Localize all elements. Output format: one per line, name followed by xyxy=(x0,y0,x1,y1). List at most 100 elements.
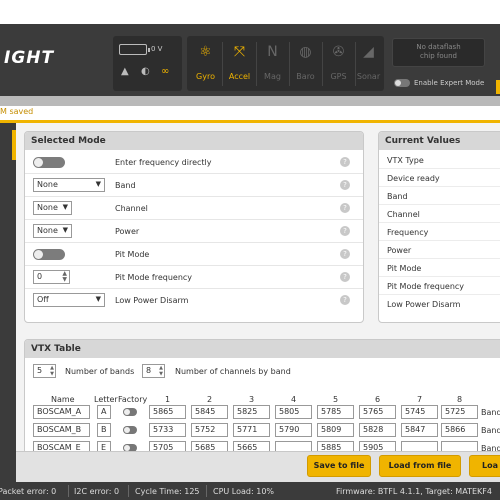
compass-icon: N xyxy=(267,44,278,60)
band-letter-input[interactable]: A xyxy=(97,405,111,419)
channel-select[interactable]: None ▼ xyxy=(33,201,72,215)
firmware-info: Firmware: BTFL 4.1.1, Target: MATEKF4 xyxy=(336,487,492,496)
band-select[interactable]: None ▼ xyxy=(33,178,105,192)
frequency-input[interactable]: 5805 xyxy=(275,405,312,419)
mode-row-pit-frequency: 0 ▲ ▼ Pit Mode frequency ? xyxy=(25,266,363,289)
panel-title: Current Values xyxy=(379,132,500,150)
cpu-load: CPU Load: 10% xyxy=(213,487,275,496)
battery-icon xyxy=(119,44,150,55)
expert-mode-toggle[interactable] xyxy=(394,79,410,87)
frequency-input[interactable]: 5752 xyxy=(191,423,228,437)
frequency-input[interactable]: 5785 xyxy=(317,405,354,419)
mode-row-label: Power xyxy=(115,227,140,236)
frequency-input[interactable]: 5790 xyxy=(275,423,312,437)
parachute-icon: ◐ xyxy=(141,66,150,77)
current-value-row: VTX Type xyxy=(379,151,500,169)
mode-row-low-power-disarm: Off ▼ Low Power Disarm ? xyxy=(25,289,363,312)
current-values-panel: Current Values VTX Type Device ready Ban… xyxy=(378,131,500,323)
column-header-ch4: 4 xyxy=(291,395,297,404)
frequency-input[interactable]: 5828 xyxy=(359,423,396,437)
panel-title: Selected Mode xyxy=(25,132,363,150)
band-name-input[interactable]: BOSCAM_A xyxy=(33,405,90,419)
load-from-file-button[interactable]: Load from file xyxy=(379,455,461,477)
help-icon[interactable]: ? xyxy=(340,295,350,305)
expert-mode-label: Enable Expert Mode xyxy=(414,79,485,87)
help-icon[interactable]: ? xyxy=(340,203,350,213)
mode-row-label: Pit Mode frequency xyxy=(115,273,193,282)
low-power-disarm-select[interactable]: Off ▼ xyxy=(33,293,105,307)
sensor-label: Baro xyxy=(296,72,315,81)
i2c-error: I2C error: 0 xyxy=(74,487,120,496)
help-icon[interactable]: ? xyxy=(340,226,350,236)
column-header-factory: Factory xyxy=(118,395,148,404)
mode-row-label: Band xyxy=(115,181,136,190)
frequency-input[interactable]: 5745 xyxy=(401,405,438,419)
vtx-table-panel: VTX Table 5 ▲ ▼ Number of bands 8 ▲ ▼ Number… xyxy=(24,339,500,459)
mode-row-band: None ▼ Band ? xyxy=(25,174,363,197)
help-icon[interactable]: ? xyxy=(340,272,350,282)
panel-title: VTX Table xyxy=(25,340,500,358)
app-logo: IGHT xyxy=(4,48,55,68)
frequency-input[interactable]: 5845 xyxy=(191,405,228,419)
number-of-bands-label: Number of bands xyxy=(65,367,135,376)
current-value-row: Band xyxy=(379,187,500,205)
column-header-ch3: 3 xyxy=(249,395,255,404)
sensor-label: Gyro xyxy=(196,72,215,81)
pit-frequency-input[interactable]: 0 ▲ ▼ xyxy=(33,270,70,284)
status-message: M saved xyxy=(0,107,34,116)
frequency-input[interactable]: 5733 xyxy=(149,423,186,437)
save-to-file-button[interactable]: Save to file xyxy=(307,455,371,477)
help-icon[interactable]: ? xyxy=(340,249,350,259)
factory-toggle[interactable] xyxy=(123,426,137,434)
sensor-baro: ◍ Baro xyxy=(289,36,322,91)
sensor-label: Accel xyxy=(228,72,251,81)
sensor-status-bar: ⚛ Gyro ⤧ Accel N Mag ◍ Baro ✇ GPS ◢ Sona… xyxy=(187,36,384,91)
header-accent-edge xyxy=(496,80,500,94)
frequency-input[interactable]: 5866 xyxy=(441,423,478,437)
current-value-row: Low Power Disarm xyxy=(387,300,461,309)
frequency-input[interactable]: 5809 xyxy=(317,423,354,437)
frequency-input[interactable]: 5765 xyxy=(359,405,396,419)
frequency-input[interactable]: 5725 xyxy=(441,405,478,419)
status-bar xyxy=(0,106,500,120)
barometer-icon: ◍ xyxy=(299,44,312,60)
frequency-input[interactable]: 5771 xyxy=(233,423,270,437)
load-button[interactable]: Loa xyxy=(469,455,500,477)
column-header-name: Name xyxy=(51,395,75,404)
current-value-row: Frequency xyxy=(379,223,500,241)
band-name-input[interactable]: BOSCAM_B xyxy=(33,423,90,437)
link-icon: ∞ xyxy=(161,66,170,77)
current-value-row: Power xyxy=(379,241,500,259)
mode-row-label: Enter frequency directly xyxy=(115,158,212,167)
help-icon[interactable]: ? xyxy=(340,180,350,190)
column-header-ch5: 5 xyxy=(333,395,339,404)
number-of-bands-input[interactable]: 5 ▲ ▼ xyxy=(33,364,56,378)
sensor-label: GPS xyxy=(330,72,347,81)
dataflash-status: No dataflash chip found xyxy=(392,38,485,67)
mode-row-label: Channel xyxy=(115,204,148,213)
status-footer: Packet error: 0 I2C error: 0 Cycle Time:… xyxy=(0,482,500,500)
sensor-gps: ✇ GPS xyxy=(322,36,355,91)
power-select[interactable]: None ▼ xyxy=(33,224,72,238)
frequency-input[interactable]: 5825 xyxy=(233,405,270,419)
current-value-row: Device ready xyxy=(379,169,500,187)
mode-row-power: None ▼ Power ? xyxy=(25,220,363,243)
enter-frequency-toggle[interactable] xyxy=(33,157,65,168)
accel-icon: ⤧ xyxy=(233,44,246,60)
column-header-ch2: 2 xyxy=(207,395,213,404)
column-header-ch1: 1 xyxy=(165,395,171,404)
column-header-ch8: 8 xyxy=(457,395,463,404)
band-letter-input[interactable]: B xyxy=(97,423,111,437)
number-of-channels-input[interactable]: 8 ▲ ▼ xyxy=(142,364,165,378)
current-value-row: Channel xyxy=(379,205,500,223)
selected-mode-panel: Selected Mode Enter frequency directly ?… xyxy=(24,131,364,323)
factory-toggle[interactable] xyxy=(123,408,137,416)
frequency-input[interactable]: 5865 xyxy=(149,405,186,419)
satellite-icon: ✇ xyxy=(332,44,345,60)
pit-mode-toggle[interactable] xyxy=(33,249,65,260)
help-icon[interactable]: ? xyxy=(340,157,350,167)
battery-voltage: 0 V xyxy=(151,45,163,53)
dataflash-line-1: No dataflash xyxy=(416,43,461,51)
frequency-input[interactable]: 5847 xyxy=(401,423,438,437)
number-of-channels-label: Number of channels by band xyxy=(175,367,291,376)
